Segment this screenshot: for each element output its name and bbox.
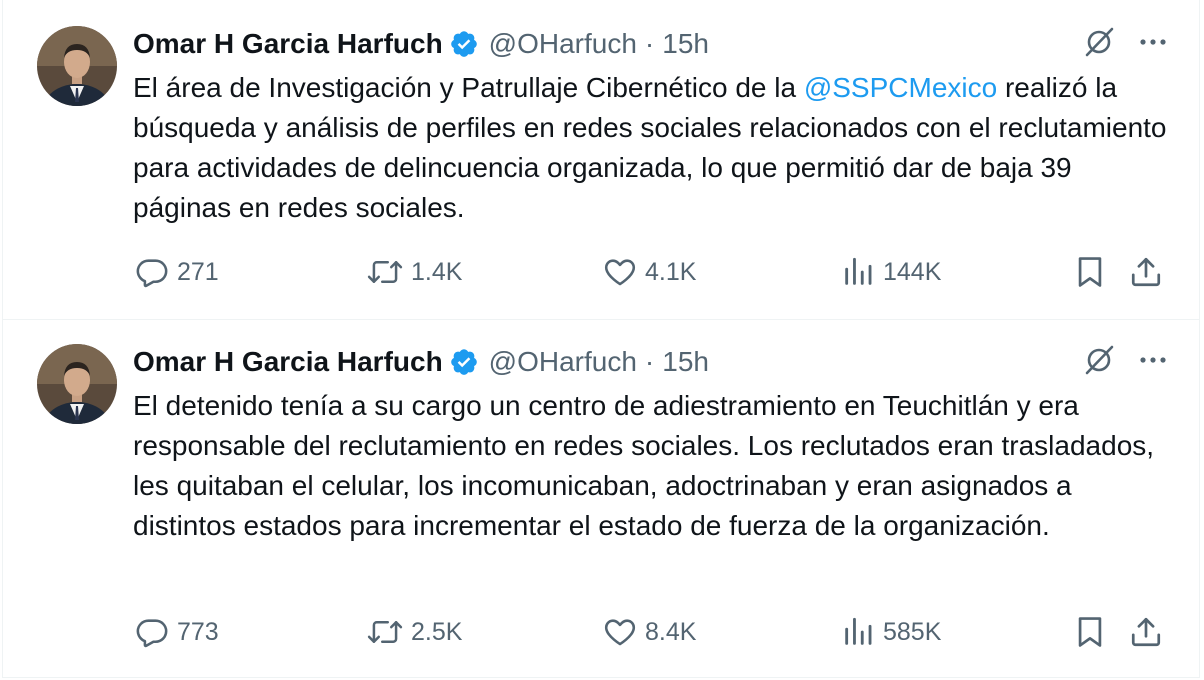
tweet-header: Omar H Garcia Harfuch @OHarfuch · 15h bbox=[133, 344, 709, 380]
separator-dot: · bbox=[644, 28, 655, 59]
share-button[interactable] bbox=[1129, 612, 1171, 652]
views-icon bbox=[845, 257, 872, 285]
views-button[interactable]: 585K bbox=[841, 612, 941, 652]
repost-button[interactable]: 2.5K bbox=[367, 612, 462, 652]
separator-dot: · bbox=[644, 346, 655, 377]
like-count: 4.1K bbox=[645, 257, 697, 286]
bookmark-button[interactable] bbox=[1073, 252, 1115, 292]
author-handle[interactable]: @OHarfuch bbox=[489, 28, 637, 60]
tweet-text: El área de Investigación y Patrullaje Ci… bbox=[133, 68, 1173, 228]
author-name[interactable]: Omar H Garcia Harfuch bbox=[133, 346, 443, 378]
timestamp[interactable]: 15h bbox=[662, 28, 709, 60]
tweet-actions: 773 2.5K 8.4K 585K bbox=[133, 612, 1173, 652]
avatar[interactable] bbox=[37, 344, 117, 424]
avatar[interactable] bbox=[37, 26, 117, 106]
verified-badge-icon bbox=[449, 347, 479, 377]
reply-count: 271 bbox=[177, 257, 219, 286]
reply-button[interactable]: 773 bbox=[135, 612, 219, 652]
grok-icon[interactable] bbox=[1083, 26, 1115, 63]
tweet-header: Omar H Garcia Harfuch @OHarfuch · 15h bbox=[133, 26, 709, 62]
share-icon bbox=[1131, 257, 1161, 287]
tweet-text-part: El área de Investigación y Patrullaje Ci… bbox=[133, 72, 804, 103]
bookmark-icon bbox=[1078, 617, 1102, 647]
views-icon bbox=[845, 617, 872, 645]
reply-icon bbox=[136, 259, 168, 288]
views-count: 144K bbox=[883, 257, 942, 286]
timeline-feed: Omar H Garcia Harfuch @OHarfuch · 15h El… bbox=[0, 0, 1204, 680]
like-icon bbox=[604, 259, 636, 286]
reply-icon bbox=[136, 619, 168, 648]
tweet-top-actions bbox=[1083, 26, 1169, 62]
views-count: 585K bbox=[883, 617, 942, 646]
reply-count: 773 bbox=[177, 617, 219, 646]
bookmark-icon bbox=[1078, 257, 1102, 287]
author-name[interactable]: Omar H Garcia Harfuch bbox=[133, 28, 443, 60]
like-count: 8.4K bbox=[645, 617, 697, 646]
tweet[interactable]: Omar H Garcia Harfuch @OHarfuch · 15h El… bbox=[2, 0, 1200, 320]
timestamp[interactable]: 15h bbox=[662, 346, 709, 378]
like-button[interactable]: 8.4K bbox=[603, 612, 696, 652]
verified-badge-icon bbox=[449, 29, 479, 59]
more-icon[interactable] bbox=[1137, 26, 1169, 63]
tweet[interactable]: Omar H Garcia Harfuch @OHarfuch · 15h El… bbox=[2, 320, 1200, 678]
more-icon[interactable] bbox=[1137, 344, 1169, 381]
like-icon bbox=[604, 619, 636, 646]
share-button[interactable] bbox=[1129, 252, 1171, 292]
repost-count: 1.4K bbox=[411, 257, 463, 286]
tweet-top-actions bbox=[1083, 344, 1169, 380]
grok-icon[interactable] bbox=[1083, 344, 1115, 381]
tweet-text: El detenido tenía a su cargo un centro d… bbox=[133, 390, 1155, 541]
share-icon bbox=[1131, 617, 1161, 647]
mention-link[interactable]: @SSPCMexico bbox=[804, 72, 997, 103]
repost-icon bbox=[367, 621, 403, 643]
like-button[interactable]: 4.1K bbox=[603, 252, 696, 292]
repost-icon bbox=[367, 261, 403, 283]
repost-count: 2.5K bbox=[411, 617, 463, 646]
author-handle[interactable]: @OHarfuch bbox=[489, 346, 637, 378]
views-button[interactable]: 144K bbox=[841, 252, 941, 292]
tweet-actions: 271 1.4K 4.1K 144K bbox=[133, 252, 1173, 292]
bookmark-button[interactable] bbox=[1073, 612, 1115, 652]
reply-button[interactable]: 271 bbox=[135, 252, 219, 292]
repost-button[interactable]: 1.4K bbox=[367, 252, 462, 292]
